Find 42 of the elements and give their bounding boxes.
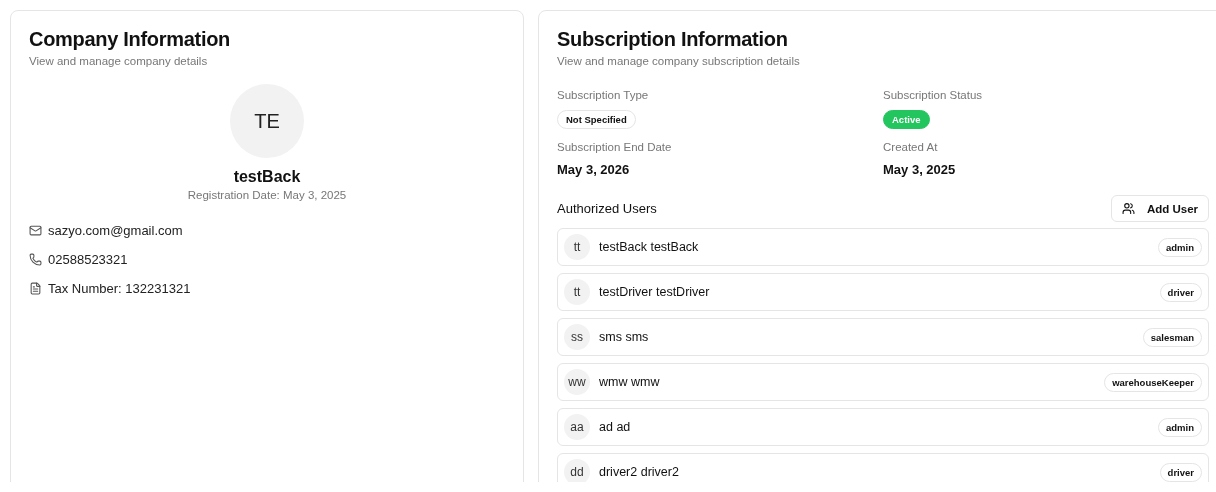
user-name: driver2 driver2 [599, 465, 680, 479]
registration-date: Registration Date: May 3, 2025 [187, 189, 347, 201]
user-name: testDriver testDriver [599, 285, 711, 299]
user-avatar: ww [564, 369, 590, 395]
section-title: Authorized Users [557, 201, 657, 216]
user-row[interactable]: ss sms sms salesman [557, 318, 1209, 356]
users-icon [1121, 202, 1135, 215]
user-name: ad ad [599, 420, 632, 434]
user-row[interactable]: aa ad ad admin [557, 408, 1209, 446]
company-avatar: TE [230, 84, 304, 158]
user-name: sms sms [599, 330, 650, 344]
field-value: May 3, 2026 [557, 162, 631, 177]
mail-icon [29, 224, 42, 237]
document-icon [29, 282, 42, 295]
user-avatar: dd [564, 459, 590, 482]
contact-text: 02588523321 [48, 252, 128, 267]
user-row[interactable]: tt testDriver testDriver driver [557, 273, 1209, 311]
user-avatar: ss [564, 324, 590, 350]
user-avatar: aa [564, 414, 590, 440]
card-title: Subscription Information [557, 28, 789, 51]
user-row[interactable]: ww wmw wmw warehouseKeeper [557, 363, 1209, 401]
user-row[interactable]: tt testBack testBack admin [557, 228, 1209, 266]
user-avatar: tt [564, 279, 590, 305]
company-name: testBack [233, 168, 301, 186]
contact-text: sazyo.com@gmail.com [48, 223, 183, 238]
field-value: May 3, 2025 [883, 162, 957, 177]
user-row[interactable]: dd driver2 driver2 driver [557, 453, 1209, 482]
add-user-button[interactable]: Add User [1110, 195, 1209, 222]
type-badge: Not Specified [557, 110, 636, 129]
user-name: wmw wmw [599, 375, 661, 389]
card-subtitle: View and manage company subscription details [557, 55, 801, 67]
card-title: Company Information [29, 28, 231, 51]
field-label: Created At [883, 141, 939, 153]
phone-icon [29, 253, 42, 266]
user-name: testBack testBack [599, 240, 700, 254]
field-label: Subscription Type [557, 89, 650, 101]
field-label: Subscription Status [883, 89, 984, 101]
field-label: Subscription End Date [557, 141, 673, 153]
card-subtitle: View and manage company details [29, 55, 209, 67]
contact-text: Tax Number: 132231321 [48, 281, 191, 296]
user-avatar: tt [564, 234, 590, 260]
status-badge: Active [883, 110, 930, 129]
